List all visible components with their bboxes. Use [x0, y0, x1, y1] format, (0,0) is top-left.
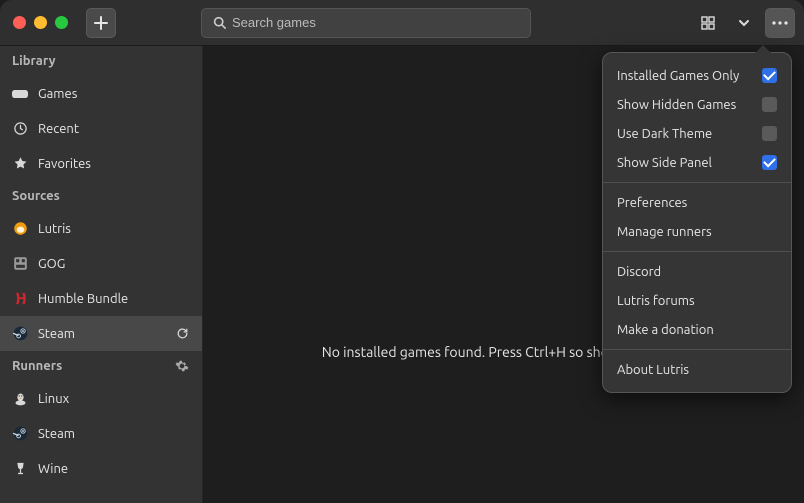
view-grid-button[interactable] — [693, 8, 723, 38]
search-field — [201, 8, 531, 38]
sidebar-header-label: Runners — [12, 359, 62, 373]
sidebar-item-linux[interactable]: Linux — [0, 381, 202, 416]
chevron-down-icon — [736, 15, 752, 31]
menu-item-manage-runners[interactable]: Manage runners — [603, 217, 791, 246]
sidebar-header-label: Sources — [12, 189, 60, 203]
checkbox-icon — [762, 155, 777, 170]
menu-item-label: Manage runners — [617, 225, 712, 239]
menu-item-label: Show Side Panel — [617, 156, 712, 170]
steam-icon — [12, 326, 28, 342]
view-mode-dropdown[interactable] — [729, 8, 759, 38]
sidebar-item-steam[interactable]: Steam — [0, 316, 202, 351]
checkbox-icon — [762, 97, 777, 112]
headerbar — [0, 0, 804, 46]
menu-item-label: Discord — [617, 265, 661, 279]
menu-item-discord[interactable]: Discord — [603, 257, 791, 286]
menu-item-label: Show Hidden Games — [617, 98, 736, 112]
search-input[interactable] — [201, 8, 531, 38]
lutris-icon — [12, 221, 28, 237]
sidebar-item-label: Wine — [38, 462, 68, 476]
menu-item-make-a-donation[interactable]: Make a donation — [603, 315, 791, 344]
main-menu-popover: Installed Games Only Show Hidden Games Use… — [602, 52, 792, 393]
sidebar-item-lutris[interactable]: Lutris — [0, 211, 202, 246]
gog-icon — [12, 256, 28, 272]
checkbox-icon — [762, 68, 777, 83]
sidebar-header-runners: Runners — [0, 351, 202, 381]
sidebar-item-gog[interactable]: GOG — [0, 246, 202, 281]
menu-item-label: Preferences — [617, 196, 687, 210]
sidebar-header-label: Library — [12, 54, 55, 68]
sidebar-item-games[interactable]: Games — [0, 76, 202, 111]
wine-icon — [12, 461, 28, 477]
menu-item-label: About Lutris — [617, 363, 689, 377]
sidebar-item-label: Linux — [38, 392, 69, 406]
clock-icon — [12, 121, 28, 137]
gamepad-icon — [12, 86, 28, 102]
sidebar-item-humble-bundle[interactable]: Humble Bundle — [0, 281, 202, 316]
sidebar-header-sources: Sources — [0, 181, 202, 211]
menu-toggle-show-side-panel[interactable]: Show Side Panel — [603, 148, 791, 177]
steam-icon — [12, 426, 28, 442]
menu-item-lutris-forums[interactable]: Lutris forums — [603, 286, 791, 315]
reload-icon[interactable] — [174, 326, 190, 342]
search-icon — [211, 15, 227, 31]
sidebar-item-label: GOG — [38, 257, 65, 271]
menu-item-label: Lutris forums — [617, 294, 695, 308]
sidebar-item-label: Humble Bundle — [38, 292, 128, 306]
menu-toggle-installed-games-only[interactable]: Installed Games Only — [603, 61, 791, 90]
menu-toggle-show-hidden-games[interactable]: Show Hidden Games — [603, 90, 791, 119]
menu-item-preferences[interactable]: Preferences — [603, 188, 791, 217]
menu-separator — [603, 349, 791, 350]
menu-item-label: Installed Games Only — [617, 69, 739, 83]
maximize-window-button[interactable] — [55, 16, 68, 29]
close-window-button[interactable] — [13, 16, 26, 29]
sidebar-header-library: Library — [0, 46, 202, 76]
sidebar-item-label: Favorites — [38, 157, 91, 171]
gear-icon[interactable] — [174, 358, 190, 374]
menu-separator — [603, 182, 791, 183]
dots-icon — [772, 15, 788, 31]
menu-item-label: Use Dark Theme — [617, 127, 712, 141]
sidebar-item-steam[interactable]: Steam — [0, 416, 202, 451]
sidebar-item-label: Games — [38, 87, 77, 101]
main-menu-button[interactable] — [765, 8, 795, 38]
menu-separator — [603, 251, 791, 252]
menu-toggle-use-dark-theme[interactable]: Use Dark Theme — [603, 119, 791, 148]
sidebar-item-favorites[interactable]: Favorites — [0, 146, 202, 181]
sidebar-item-label: Steam — [38, 327, 75, 341]
sidebar-item-wine[interactable]: Wine — [0, 451, 202, 486]
minimize-window-button[interactable] — [34, 16, 47, 29]
menu-item-about-lutris[interactable]: About Lutris — [603, 355, 791, 384]
plus-icon — [93, 15, 109, 31]
checkbox-icon — [762, 126, 777, 141]
add-game-button[interactable] — [86, 8, 116, 38]
sidebar-item-recent[interactable]: Recent — [0, 111, 202, 146]
linux-icon — [12, 391, 28, 407]
grid-icon — [700, 15, 716, 31]
window-controls — [9, 16, 72, 29]
sidebar-item-label: Steam — [38, 427, 75, 441]
sidebar-item-label: Recent — [38, 122, 79, 136]
sidebar-item-label: Lutris — [38, 222, 71, 236]
star-icon — [12, 156, 28, 172]
menu-item-label: Make a donation — [617, 323, 714, 337]
sidebar: Library Games Recent Favorites Sources Lut… — [0, 46, 203, 503]
humble-icon — [12, 291, 28, 307]
